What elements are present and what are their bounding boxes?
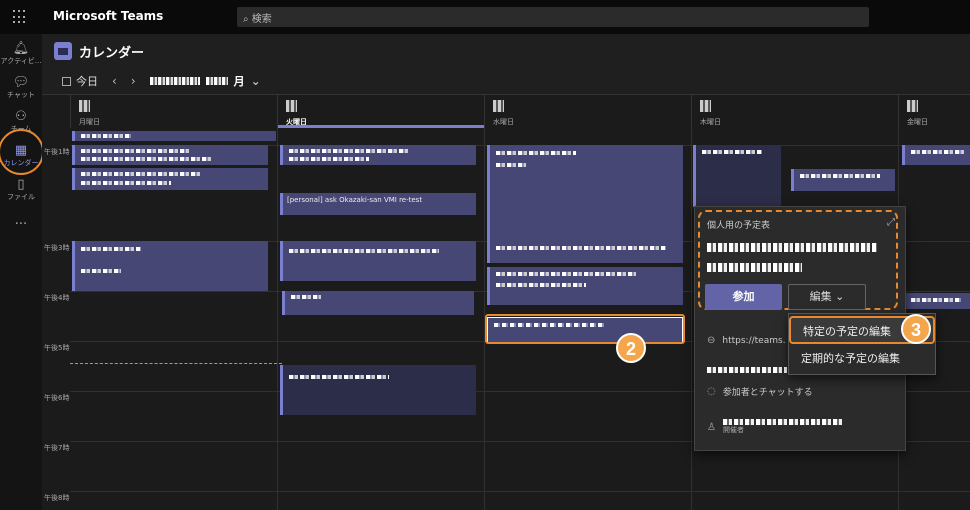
meeting-link[interactable]: https://teams. [722,336,785,346]
blurred-date [205,77,228,85]
blurred-date [149,77,200,85]
today-button[interactable]: 今日 [62,73,98,89]
link-icon: ⊖ [707,335,716,346]
day-number [493,100,504,112]
calendar-event[interactable] [72,131,276,141]
teams-icon: ⚇ [15,109,27,124]
blurred-organizer-name [722,419,843,425]
app-title: Microsoft Teams [53,9,164,23]
bell-icon: 🔔︎ [12,41,30,56]
weekday-label: 水曜日 [493,118,514,126]
day-number [79,100,90,112]
calendar-event[interactable] [72,145,268,165]
app-launcher-icon[interactable] [13,10,27,24]
chat-icon: 💬︎ [12,75,30,90]
weekday-label: 木曜日 [700,118,721,126]
join-button[interactable]: 参加 [705,284,782,310]
time-label: 午後8時 [44,494,70,502]
day-number [907,100,918,112]
calendar-event[interactable] [791,169,895,191]
calendar-event[interactable] [282,291,474,315]
chat-with-attendees-row[interactable]: ◌ 参加者とチャットする [707,385,813,398]
chat-with-attendees-link[interactable]: 参加者とチャットする [723,385,813,398]
person-icon: ♙ [707,421,716,433]
calendar-event[interactable] [280,241,476,281]
organizer-row: ♙ 開催者 [707,419,843,435]
calendar-event[interactable] [72,168,268,190]
calendar-event[interactable] [693,145,781,207]
rail-label: チャット [7,91,35,99]
chat-icon: ◌ [707,386,716,397]
page-title: カレンダー [79,46,145,61]
calendar-event[interactable] [280,145,476,165]
rail-label: アクティビ... [0,57,42,65]
today-label: 今日 [76,75,98,88]
edit-dropdown-button[interactable]: 編集 ⌄ [788,284,866,310]
time-label: 午後4時 [44,294,70,302]
calendar-event[interactable] [72,241,268,291]
organizer-info: 開催者 [722,419,843,435]
chevron-down-icon: ⌄ [250,74,261,88]
day-number [286,100,297,112]
today-indicator [278,125,484,128]
month-suffix: 月 [233,75,245,88]
calendar-header: カレンダー 今日 ‹ › 月 ⌄ [42,34,970,94]
current-time-line [70,363,282,364]
rail-item-files[interactable]: ▯ ファイル [0,174,42,212]
calendar-event[interactable] [902,145,970,165]
event-title: [personal] ask Okazaki-san VMI re-test [287,196,423,204]
weekday-label: 月曜日 [79,118,100,126]
day-header-wednesday[interactable]: 水曜日 [484,95,691,128]
more-apps-button[interactable]: ... [0,210,42,248]
weekday-label: 金曜日 [907,118,928,126]
day-header-friday[interactable]: 金曜日 [898,95,970,128]
date-navigation: 今日 ‹ › 月 ⌄ [62,72,261,90]
calendar-app-icon [54,42,72,60]
day-header-monday[interactable]: 月曜日 [70,95,277,128]
search-icon: ⌕ [243,14,249,25]
calendar-event[interactable] [280,365,476,415]
day-divider [691,128,692,510]
search-placeholder: 検索 [251,14,272,25]
chevron-down-icon: ⌄ [835,290,845,303]
step-badge-3: 3 [901,314,931,344]
calendar-grid-icon [62,76,71,86]
rail-label: ファイル [7,193,35,201]
time-label: 午後3時 [44,244,70,252]
month-picker[interactable]: 月 ⌄ [149,73,261,89]
calendar-event[interactable]: [personal] ask Okazaki-san VMI re-test [280,193,476,215]
calendar-event[interactable] [487,145,683,241]
app-rail: 🔔︎ アクティビ... 💬︎ チャット ⚇ チーム ▦ カレンダー ▯ ファイル… [0,34,42,510]
meeting-link-row[interactable]: ⊖ https://teams. [707,335,786,346]
time-label: 午後7時 [44,444,70,452]
day-header-thursday[interactable]: 木曜日 [691,95,898,128]
day-number [700,100,711,112]
highlight-circle-calendar [0,129,44,175]
calendar-event[interactable] [487,267,683,305]
calendar-event[interactable] [487,241,683,263]
title-bar: Microsoft Teams ⌕ 検索 [0,0,970,34]
organizer-label: 開催者 [722,426,744,434]
file-icon: ▯ [17,177,25,192]
more-icon: ... [14,213,28,228]
calendar-event[interactable] [902,293,970,309]
day-divider [277,128,278,510]
hour-line [70,491,970,492]
rail-item-activity[interactable]: 🔔︎ アクティビ... [0,38,42,76]
blurred-detail [707,367,787,373]
rail-item-chat[interactable]: 💬︎ チャット [0,72,42,110]
day-header-tuesday[interactable]: 火曜日 [277,95,484,128]
highlight-selected-event [485,314,685,344]
previous-week-button[interactable]: ‹ [112,74,117,88]
time-label: 午後1時 [44,148,70,156]
edit-series-option[interactable]: 定期的な予定の編集 [789,345,935,373]
edit-label: 編集 [809,290,832,303]
step-badge-2: 2 [616,333,646,363]
time-label: 午後6時 [44,394,70,402]
search-input[interactable]: ⌕ 検索 [237,7,869,27]
time-label: 午後5時 [44,344,70,352]
next-week-button[interactable]: › [131,74,136,88]
